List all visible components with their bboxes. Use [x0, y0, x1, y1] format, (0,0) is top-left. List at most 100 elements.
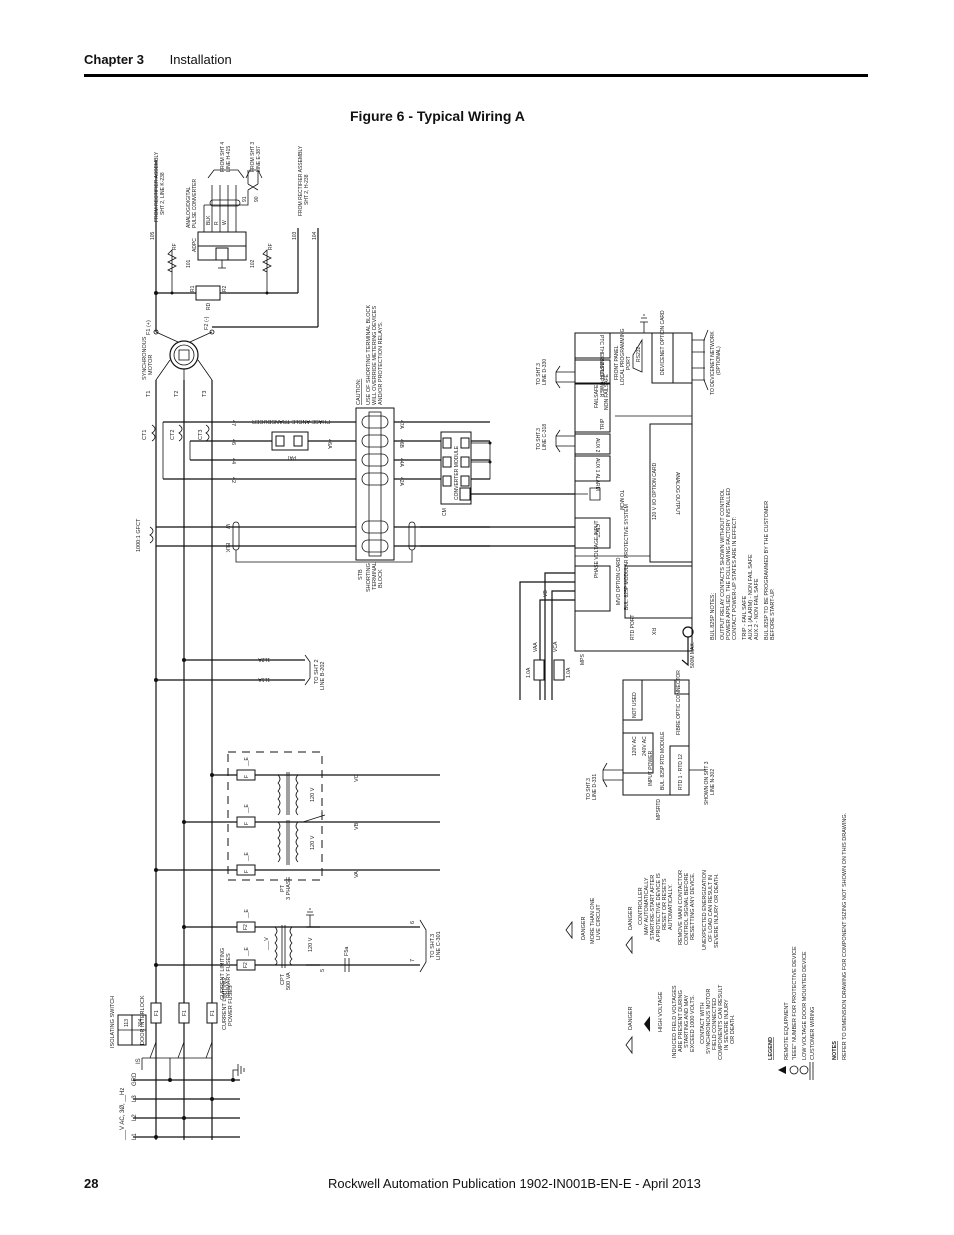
ieee-number-icon: [789, 1065, 799, 1075]
rtd-port-label: RTD PORT: [630, 615, 636, 640]
svg-text:EXCEED 1000 VOLTS.: EXCEED 1000 VOLTS.: [690, 994, 696, 1052]
door-interlock-label: DOOR INTERLOCK: [140, 995, 146, 1045]
line-L1: L1: [132, 1133, 138, 1140]
to-mcm-label: TO MCM: [618, 490, 624, 510]
pt-output-VB: VB: [354, 822, 360, 830]
mps-label: MPS: [580, 654, 586, 666]
synchronous-motor: [153, 160, 319, 381]
legend-item-4: CUSTOMER WIRING: [810, 1007, 816, 1060]
pt-output-VA: VA: [354, 871, 360, 878]
remote-equipment-icon: [778, 1066, 786, 1074]
stb-output-46B: 46B: [398, 439, 404, 449]
ct2-label: CT2: [170, 430, 176, 440]
gfct-label: 1000:1 GFCT: [136, 518, 142, 552]
stb-output-42A: 42A: [398, 477, 404, 487]
primary-fuses-caption-2: PRIMARY FUSES: [226, 953, 232, 998]
primary-fuse-F2-b: F2: [243, 962, 249, 968]
field-RF-1: RF: [172, 243, 178, 250]
aux2-label: AUX 2: [594, 438, 600, 453]
cpt-circuit: [154, 908, 427, 973]
trip-failsafe: FAILSAFE: [594, 384, 600, 408]
f3-fuses: [533, 659, 565, 681]
line-GRD: GRD: [132, 1072, 138, 1086]
customer-wiring-icon: [809, 1062, 814, 1080]
rtd-module-name: BUL. 825P RTD MODULE: [660, 731, 666, 790]
fuse-F1-c: F1: [210, 1010, 216, 1016]
cpt-primary: ___V: [264, 937, 270, 951]
trip-dest-2: LINE C-318: [542, 424, 548, 450]
wire-R: R: [214, 221, 220, 225]
f3-rating-a: 1.0A: [526, 667, 532, 678]
wire-101: 101: [186, 259, 192, 268]
notes-825p-title: BUL.825P NOTES:: [710, 593, 716, 640]
wire-VB: VB: [543, 590, 549, 597]
danger-3-text: INDUCED FIELD VOLTAGES ARE PRESENT DURIN…: [672, 984, 736, 1060]
analog-output-label: ANALOG OUTPUT: [674, 472, 680, 515]
supply-lines: [133, 1041, 245, 1139]
pt-fuse-2: F: [244, 822, 250, 825]
wire-46A: 46A: [326, 439, 332, 449]
aux1-label: AUX 1 ALARM: [594, 458, 600, 491]
wiring-diagram: ___V AC, 3Ø, __Hz L1 L2 L3 GRD IS ISOLAT…: [110, 142, 848, 1141]
notes-825p-aux2: AUX.2 - NON FAIL SAFE: [754, 578, 760, 640]
stb-output-47A: 47A: [398, 420, 404, 430]
notes-825p-line-3: CONTACT POWER-UP STATES ARE IN EFFECT:: [732, 516, 738, 640]
field-pos: F1 (+): [146, 320, 152, 335]
publication-info: Rockwell Automation Publication 1902-IN0…: [328, 1176, 701, 1191]
danger-1-icon: [565, 920, 573, 940]
mvo-card-label: MVO OPTION CARD: [616, 557, 622, 605]
legend-item-3: LOW VOLTAGE DOOR MOUNTED DEVICE: [802, 951, 808, 1060]
caution-title: CAUTION:: [356, 378, 362, 405]
danger-1-line-2: LIVE CIRCUIT: [596, 904, 602, 940]
wire-102: 102: [250, 259, 256, 268]
danger-1-title: DANGER: [581, 916, 587, 940]
svg-text:OR DEATH.: OR DEATH.: [730, 1014, 736, 1044]
wire-42: 42: [230, 477, 236, 483]
from-rect-1b: SHT 2, LINE K-238: [160, 172, 166, 215]
pat-caption: PHASE ANGLE TRANSDUCER: [252, 418, 330, 424]
pt-fuse-1: F: [244, 775, 250, 778]
converter-name: CONVERTER MODULE: [454, 445, 460, 500]
notes-line-1: REFER TO DIMENSION DRAWING FOR COMPONENT…: [842, 812, 848, 1060]
notes-825p-prog-2: BEFORE START-UP.: [770, 588, 776, 640]
wire-90: 90: [254, 196, 260, 202]
wire-46: 46: [230, 439, 236, 445]
fuse-F1-b: F1: [182, 1010, 188, 1016]
rtd-dest-2: LINE D-331: [592, 774, 598, 800]
ct-section: [149, 421, 490, 686]
fiber-connector: FIBRE OPTIC CONNECTOR: [676, 670, 682, 735]
ct1-label: CT1: [142, 430, 148, 440]
pt-fuse-rating-2: __E: [244, 803, 250, 814]
trip-non-failsafe: NON FAILSAFE: [604, 373, 610, 410]
pt-secondary-b: 120 V: [310, 835, 316, 850]
rtd-shown-2: LINE N-302: [710, 769, 716, 795]
legend-item-2: "IEEE" NUMBER FOR PROTECTIVE DEVICE: [792, 946, 798, 1060]
from-sht3-b: LINE E-387: [256, 146, 262, 172]
motor-label-2: MOTOR: [148, 355, 154, 375]
wire-VAA: VAA: [533, 642, 539, 652]
primary-fuse-rating-a: __E: [244, 908, 250, 919]
field-R1: R1: [190, 285, 196, 292]
pt-fuse-rating-3: __E: [244, 851, 250, 862]
rtd-module-tag: MPSRTD: [656, 799, 662, 820]
stb-name: STB: [358, 569, 364, 580]
danger-3-subtitle: HIGH VOLTAGE: [658, 991, 664, 1032]
field-neg: F2 (-): [204, 316, 210, 330]
wire-91: 91: [242, 196, 248, 202]
shorting-terminal-block: [355, 407, 395, 561]
svg-text:RESETTING ANY DEVICE.: RESETTING ANY DEVICE.: [690, 872, 696, 940]
svg-text:AUTOMATICALLY.: AUTOMATICALLY.: [668, 884, 674, 930]
line-L3: L3: [132, 1095, 138, 1102]
high-voltage-icon: [644, 1016, 650, 1032]
notes-title: NOTES: [832, 1041, 838, 1060]
rtd-240v: 240V AC: [642, 736, 648, 756]
wire-W: W: [222, 220, 228, 225]
danger-2-icon: [625, 935, 633, 955]
stb-output-44A: 44A: [398, 458, 404, 468]
rtd-range: RTD 1 - RTD 12: [678, 754, 684, 790]
front-panel-3: PORT: [626, 356, 632, 370]
danger-2-text: CONTROLLER MAY AUTOMATICALLY START/RE-ST…: [638, 870, 720, 950]
stb-caption-3: BLOCK: [378, 569, 384, 588]
cpt-dest-2: LINE C-301: [436, 931, 442, 960]
pt-fuse-rating-1: __E: [244, 756, 250, 767]
